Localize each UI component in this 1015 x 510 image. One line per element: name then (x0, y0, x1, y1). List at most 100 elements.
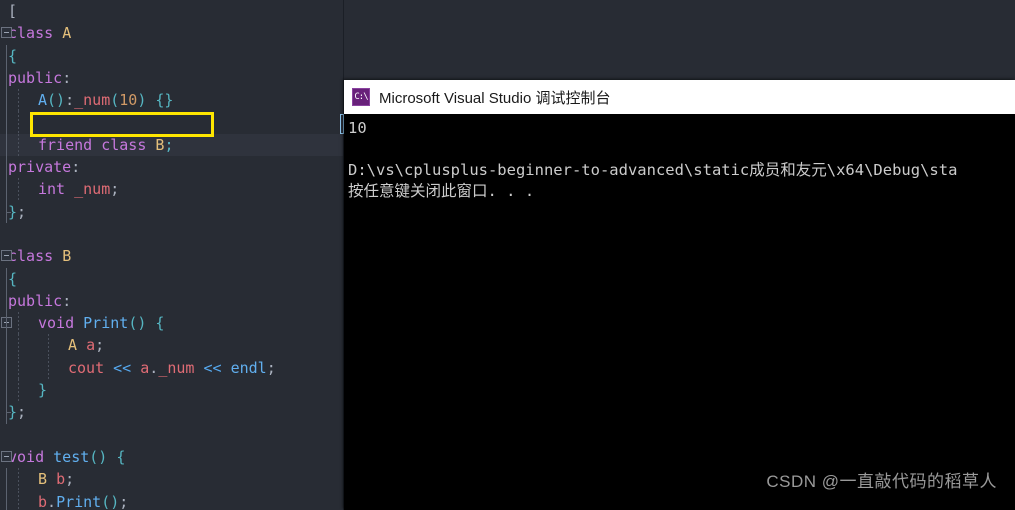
code-token: ; (65, 470, 75, 489)
code-line[interactable]: void Print() { (0, 312, 344, 335)
code-line[interactable]: int _num; (0, 178, 344, 201)
code-text: { (0, 268, 17, 290)
code-token: A (38, 91, 48, 110)
indent-guide (18, 379, 19, 402)
code-token: ; (119, 492, 129, 510)
fold-region-bar (6, 289, 7, 313)
code-token: ( (110, 91, 120, 110)
code-token: { (146, 314, 165, 333)
code-line[interactable] (0, 223, 344, 245)
code-text: { (0, 45, 17, 67)
fold-region-bar (6, 267, 7, 290)
code-token: cout (68, 358, 105, 377)
console-line: D:\vs\cplusplus-beginner-to-advanced\sta… (348, 161, 958, 179)
fold-region-bar (6, 66, 7, 90)
code-line[interactable]: cout << a._num << endl; (0, 356, 344, 380)
code-line[interactable]: }; (0, 200, 344, 223)
code-line[interactable]: void test() { (0, 446, 344, 468)
indent-guide (48, 356, 49, 380)
code-line[interactable]: friend class B; (0, 133, 344, 157)
code-line[interactable]: public: (0, 66, 344, 90)
code-text: A():_num(10) {} (0, 89, 173, 111)
console-window[interactable]: C:\ Microsoft Visual Studio 调试控制台 10 D:\… (344, 80, 1015, 510)
code-token: () (128, 314, 147, 333)
fold-region-bar (6, 133, 7, 157)
code-token: B (62, 247, 72, 266)
code-token: << (104, 358, 141, 377)
fold-region-bar (6, 178, 7, 201)
code-line[interactable]: A a; (0, 334, 344, 357)
fold-region-bar (6, 200, 11, 223)
code-token: [ (8, 2, 18, 20)
code-token: public (8, 68, 63, 87)
console-title: Microsoft Visual Studio 调试控制台 (379, 89, 611, 107)
code-token: _num (74, 180, 111, 199)
code-text: B b; (0, 468, 74, 490)
code-text: cout << a._num << endl; (0, 357, 276, 379)
code-token: () (89, 447, 108, 466)
code-line[interactable]: }; (0, 401, 344, 424)
code-token: { (8, 46, 18, 65)
code-line[interactable]: class A (0, 22, 344, 44)
code-token: A (62, 24, 72, 43)
fold-toggle-icon[interactable] (1, 250, 12, 262)
code-token: . (47, 492, 57, 510)
code-text: b.Print(); (0, 491, 128, 510)
code-token: void (8, 447, 54, 466)
indent-guide (18, 312, 19, 335)
console-titlebar[interactable]: C:\ Microsoft Visual Studio 调试控制台 (344, 80, 1015, 114)
fold-region-bar (6, 156, 7, 179)
code-line[interactable]: { (0, 267, 344, 290)
code-token: ; (266, 358, 276, 377)
code-line[interactable]: { (0, 44, 344, 67)
code-text: public: (0, 290, 71, 312)
fold-region-bar (6, 490, 7, 510)
code-line[interactable]: } (0, 379, 344, 402)
fold-region-bar (6, 401, 11, 424)
code-lines-container[interactable]: [class A{public: A():_num(10) {} friend cl… (0, 0, 344, 510)
code-token: a (86, 336, 96, 355)
code-text: } (0, 379, 47, 401)
indent-guide (18, 111, 19, 134)
code-editor[interactable]: [class A{public: A():_num(10) {} friend cl… (0, 0, 344, 510)
code-line[interactable] (0, 111, 344, 134)
console-icon-glyph: C:\ (354, 92, 368, 102)
fold-region-bar (6, 379, 7, 402)
indent-guide (18, 89, 19, 112)
console-output-area[interactable]: 10 D:\vs\cplusplus-beginner-to-advanced\… (344, 114, 1015, 510)
fold-region-bar (6, 44, 7, 67)
code-token: () (101, 492, 120, 510)
code-token: test (53, 447, 90, 466)
indent-guide (18, 178, 19, 201)
code-token: Print (83, 314, 129, 333)
fold-region-bar (6, 89, 7, 112)
csdn-watermark: CSDN @一直敲代码的稻草人 (766, 472, 997, 491)
code-token: : (62, 291, 72, 310)
code-line[interactable]: B b; (0, 468, 344, 491)
code-line[interactable]: A():_num(10) {} (0, 89, 344, 112)
code-line[interactable]: [ (0, 0, 344, 22)
code-token: 10 (119, 91, 138, 110)
code-token: ; (17, 403, 27, 422)
code-token: () (47, 91, 66, 110)
code-token: . (149, 358, 159, 377)
code-line[interactable]: private: (0, 156, 344, 179)
code-token: _num (158, 358, 195, 377)
code-text: friend class B; (0, 134, 173, 156)
code-line[interactable]: class B (0, 245, 344, 267)
code-token: ; (110, 180, 120, 199)
code-line[interactable]: public: (0, 289, 344, 313)
indent-guide (18, 133, 19, 157)
code-line[interactable] (0, 424, 344, 446)
code-token: b (56, 470, 66, 489)
fold-toggle-icon[interactable] (1, 27, 12, 39)
fold-toggle-icon[interactable] (1, 450, 12, 462)
code-line[interactable]: b.Print(); (0, 490, 344, 510)
indent-guide (18, 334, 19, 357)
code-token: class (8, 24, 63, 43)
code-token: : (65, 91, 75, 110)
code-token: { (8, 269, 18, 288)
fold-region-bar (6, 468, 7, 491)
